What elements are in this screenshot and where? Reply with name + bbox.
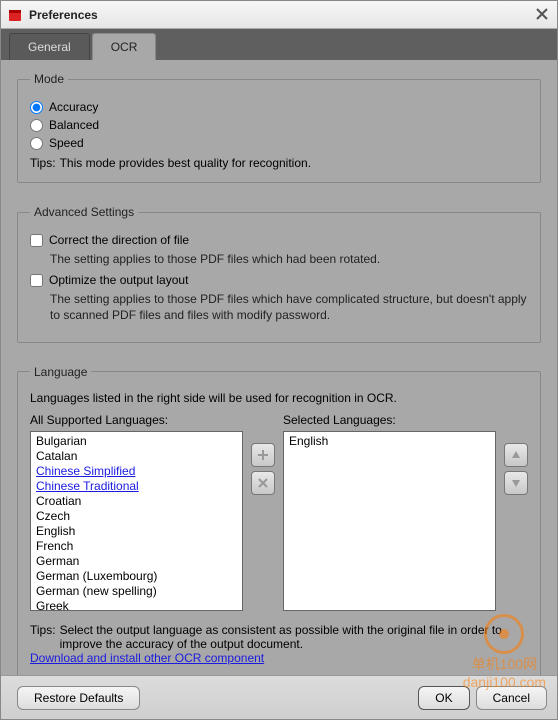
correct-row[interactable]: Correct the direction of file (30, 233, 528, 247)
preferences-window: Preferences General OCR Mode Accuracy Ba… (0, 0, 558, 720)
cancel-button[interactable]: Cancel (476, 686, 547, 710)
language-legend: Language (30, 365, 91, 379)
mode-accuracy-label: Accuracy (49, 100, 98, 114)
list-item[interactable]: German (35, 554, 238, 569)
advanced-legend: Advanced Settings (30, 205, 138, 219)
language-group: Language Languages listed in the right s… (17, 365, 541, 675)
mode-legend: Mode (30, 72, 68, 86)
download-ocr-link[interactable]: Download and install other OCR component (30, 651, 264, 665)
window-title: Preferences (29, 8, 533, 22)
ok-button[interactable]: OK (418, 686, 469, 710)
list-item[interactable]: Czech (35, 509, 238, 524)
tab-general[interactable]: General (9, 33, 90, 60)
mode-tips: Tips: This mode provides best quality fo… (30, 156, 528, 170)
add-remove-stack (251, 413, 275, 611)
app-icon (7, 7, 23, 23)
language-tips-label: Tips: (30, 623, 56, 651)
move-stack (504, 413, 528, 611)
mode-balanced-row[interactable]: Balanced (30, 118, 528, 132)
tab-ocr[interactable]: OCR (92, 33, 157, 60)
list-item[interactable]: German (Luxembourg) (35, 569, 238, 584)
selected-languages-listbox[interactable]: English (283, 431, 496, 611)
mode-speed-row[interactable]: Speed (30, 136, 528, 150)
correct-desc: The setting applies to those PDF files w… (50, 251, 528, 267)
move-up-button[interactable] (504, 443, 528, 467)
optimize-row[interactable]: Optimize the output layout (30, 273, 528, 287)
list-item[interactable]: German (new spelling) (35, 584, 238, 599)
footer: Restore Defaults OK Cancel (1, 675, 557, 719)
add-language-button[interactable] (251, 443, 275, 467)
optimize-desc: The setting applies to those PDF files w… (50, 291, 528, 323)
restore-defaults-button[interactable]: Restore Defaults (17, 686, 140, 710)
list-item[interactable]: French (35, 539, 238, 554)
mode-balanced-radio[interactable] (30, 119, 43, 132)
mode-accuracy-row[interactable]: Accuracy (30, 100, 528, 114)
language-columns: All Supported Languages: BulgarianCatala… (30, 413, 528, 611)
list-item[interactable]: Catalan (35, 449, 238, 464)
list-item[interactable]: Bulgarian (35, 434, 238, 449)
optimize-label: Optimize the output layout (49, 273, 188, 287)
optimize-checkbox[interactable] (30, 274, 43, 287)
list-item[interactable]: English (35, 524, 238, 539)
language-tips: Tips: Select the output language as cons… (30, 623, 528, 651)
tab-bar: General OCR (1, 29, 557, 60)
all-languages-col: All Supported Languages: BulgarianCatala… (30, 413, 243, 611)
language-tips-text: Select the output language as consistent… (60, 623, 528, 651)
close-button[interactable] (533, 6, 551, 24)
list-item[interactable]: English (288, 434, 491, 449)
content-area: Mode Accuracy Balanced Speed Tips: This … (1, 60, 557, 675)
mode-balanced-label: Balanced (49, 118, 99, 132)
mode-tips-label: Tips: (30, 156, 56, 170)
list-item[interactable]: Chinese Traditional (35, 479, 238, 494)
list-item[interactable]: Chinese Simplified (35, 464, 238, 479)
mode-speed-label: Speed (49, 136, 84, 150)
list-item[interactable]: Greek (35, 599, 238, 611)
list-item[interactable]: Croatian (35, 494, 238, 509)
remove-language-button[interactable] (251, 471, 275, 495)
correct-label: Correct the direction of file (49, 233, 189, 247)
selected-languages-label: Selected Languages: (283, 413, 496, 427)
move-down-button[interactable] (504, 471, 528, 495)
mode-tips-text: This mode provides best quality for reco… (60, 156, 311, 170)
selected-languages-col: Selected Languages: English (283, 413, 496, 611)
titlebar: Preferences (1, 1, 557, 29)
correct-checkbox[interactable] (30, 234, 43, 247)
mode-group: Mode Accuracy Balanced Speed Tips: This … (17, 72, 541, 183)
mode-speed-radio[interactable] (30, 137, 43, 150)
all-languages-label: All Supported Languages: (30, 413, 243, 427)
mode-accuracy-radio[interactable] (30, 101, 43, 114)
language-desc: Languages listed in the right side will … (30, 391, 528, 405)
advanced-group: Advanced Settings Correct the direction … (17, 205, 541, 343)
all-languages-listbox[interactable]: BulgarianCatalanChinese SimplifiedChines… (30, 431, 243, 611)
